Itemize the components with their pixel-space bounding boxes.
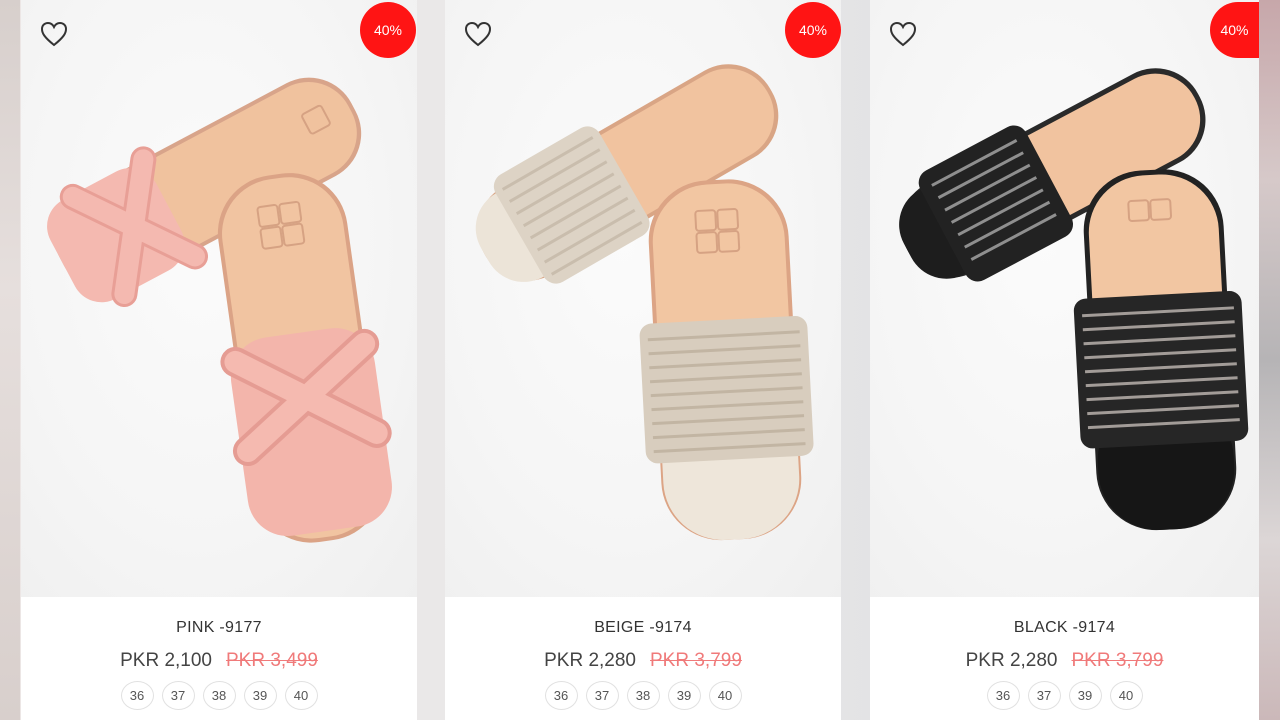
original-price: PKR 3,499 <box>226 650 318 671</box>
size-option[interactable]: 38 <box>626 681 660 710</box>
product-name[interactable]: PINK -9177 <box>21 619 417 637</box>
size-options: 36 37 38 39 40 <box>445 681 841 710</box>
size-option[interactable]: 36 <box>986 681 1020 710</box>
size-option[interactable]: 38 <box>202 681 236 710</box>
product-image-beige-sandal[interactable] <box>445 0 841 597</box>
product-name[interactable]: BEIGE -9174 <box>445 619 841 637</box>
product-name[interactable]: BLACK -9174 <box>870 619 1259 637</box>
product-image-black-sandal[interactable] <box>870 0 1259 597</box>
price-row: PKR 2,100 PKR 3,499 <box>21 650 417 672</box>
discount-badge: 40% <box>360 2 416 58</box>
size-options: 36 37 38 39 40 <box>21 681 417 710</box>
sale-price: PKR 2,280 <box>544 650 636 671</box>
heart-outline-icon[interactable] <box>463 20 493 48</box>
sale-price: PKR 2,280 <box>965 650 1058 671</box>
original-price: PKR 3,799 <box>1071 650 1164 671</box>
original-price: PKR 3,799 <box>650 650 742 671</box>
size-option[interactable]: 40 <box>284 681 318 710</box>
background-edge-left <box>0 0 20 720</box>
size-option[interactable]: 40 <box>1109 681 1143 710</box>
size-option[interactable]: 39 <box>667 681 701 710</box>
size-option[interactable]: 40 <box>708 681 742 710</box>
size-option[interactable]: 37 <box>585 681 619 710</box>
price-row: PKR 2,280 PKR 3,799 <box>870 650 1259 672</box>
size-option[interactable]: 37 <box>1027 681 1061 710</box>
discount-badge: 40% <box>1210 2 1259 58</box>
size-option[interactable]: 39 <box>1068 681 1102 710</box>
product-card[interactable]: 40% BEIGE -9174 PKR 2,280 PKR 3,799 36 37… <box>445 0 841 720</box>
product-image-pink-sandal[interactable] <box>21 0 417 597</box>
size-option[interactable]: 36 <box>120 681 154 710</box>
discount-badge: 40% <box>785 2 841 58</box>
price-row: PKR 2,280 PKR 3,799 <box>445 650 841 672</box>
product-card[interactable]: 40% PINK -9177 PKR 2,100 PKR 3,499 36 37 … <box>21 0 417 720</box>
size-option[interactable]: 37 <box>161 681 195 710</box>
size-option[interactable]: 36 <box>544 681 578 710</box>
heart-outline-icon[interactable] <box>888 20 918 48</box>
size-options: 36 37 39 40 <box>870 681 1259 710</box>
heart-outline-icon[interactable] <box>39 20 69 48</box>
sale-price: PKR 2,100 <box>120 650 212 671</box>
size-option[interactable]: 39 <box>243 681 277 710</box>
product-card[interactable]: 40% BLACK -9174 PKR 2,280 PKR 3,799 36 37… <box>870 0 1259 720</box>
background-edge-right <box>1258 0 1280 720</box>
